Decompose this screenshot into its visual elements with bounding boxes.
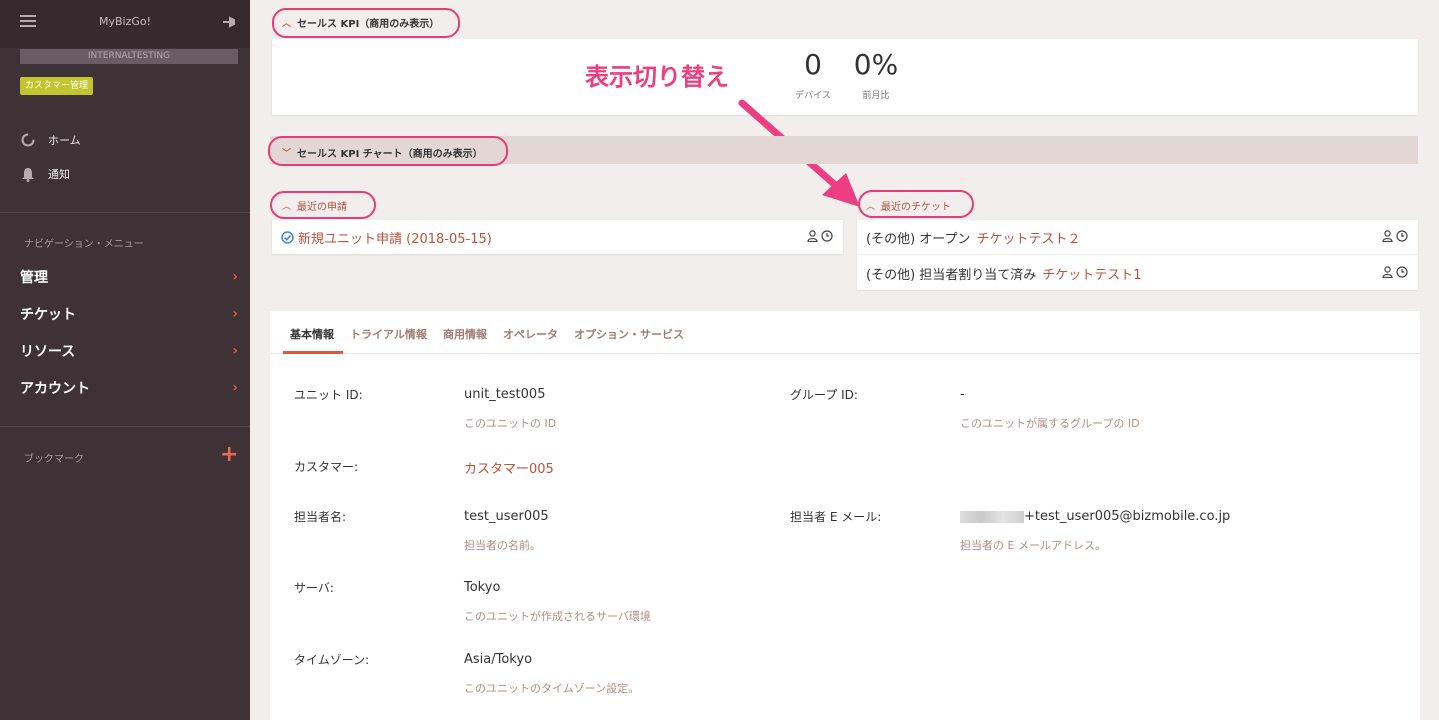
- row-actions: [1381, 266, 1408, 278]
- ticket-link[interactable]: チケットテスト1: [1042, 264, 1141, 283]
- add-bookmark-plus-icon[interactable]: +: [220, 444, 238, 466]
- nav-item-label: 管理: [20, 270, 48, 286]
- redacted-email-prefix: [960, 510, 1024, 523]
- sidebar-item-home[interactable]: ホーム: [20, 130, 81, 150]
- nav-item-label: アカウント: [20, 381, 90, 397]
- annotation-callout: 表示切り替え: [585, 63, 729, 91]
- nav-section-title: ナビゲーション・メニュー: [24, 239, 144, 250]
- nav-item-label: チケット: [20, 307, 76, 323]
- group-id-value: -: [960, 387, 965, 402]
- ticket-status: (その他) 担当者割り当て済み: [866, 268, 1037, 283]
- tab-option-services[interactable]: オプション・サービス: [574, 326, 684, 342]
- list-item[interactable]: (その他) オープン チケットテスト２: [866, 228, 1081, 247]
- owner-email-value: +test_user005@bizmobile.co.jp: [1024, 509, 1231, 524]
- server-label: サーバ:: [294, 581, 334, 595]
- chevron-right-icon: ›: [232, 269, 238, 285]
- divider: [0, 212, 250, 213]
- nav-item-management[interactable]: 管理 ›: [20, 266, 238, 288]
- group-id-help: このユニットが属するグループの ID: [960, 417, 1140, 430]
- customer-label: カスタマー:: [294, 460, 359, 474]
- mom-value: 0%: [853, 48, 899, 81]
- chevron-right-icon: ›: [232, 306, 238, 322]
- row-actions: [1381, 230, 1408, 242]
- bell-icon: [20, 166, 36, 182]
- role-badge: カスタマー管理: [20, 77, 94, 95]
- tab-commercial-info[interactable]: 商用情報: [443, 326, 487, 342]
- sidebar-header: MyBizGo!: [0, 0, 250, 48]
- highlight-oval: [268, 136, 508, 166]
- divider: [857, 254, 1418, 255]
- tab-divider: [270, 353, 1420, 354]
- list-item[interactable]: 新規ユニット申請 (2018-05-15): [281, 228, 492, 247]
- highlight-oval: [270, 191, 376, 219]
- pin-icon[interactable]: [221, 14, 237, 30]
- chevron-right-icon: ›: [232, 343, 238, 359]
- clock-icon[interactable]: [1396, 230, 1408, 242]
- nav-item-label: リソース: [20, 344, 76, 360]
- sidebar: MyBizGo! INTERNALTESTING カスタマー管理 ホーム 通知 …: [0, 0, 250, 720]
- sidebar-item-label: 通知: [48, 168, 70, 181]
- owner-email-label: 担当者 E メール:: [790, 510, 882, 524]
- unit-id-label: ユニット ID:: [294, 388, 363, 402]
- timezone-help: このユニットのタイムゾーン設定。: [464, 682, 640, 695]
- group-id-label: グループ ID:: [790, 388, 858, 402]
- bookmark-section-title: ブックマーク: [24, 454, 84, 465]
- clock-icon[interactable]: [1396, 266, 1408, 278]
- highlight-oval: [272, 8, 460, 38]
- tab-operator[interactable]: オペレータ: [503, 326, 558, 342]
- row-actions: [806, 230, 833, 242]
- check-circle-icon: [281, 231, 294, 244]
- nav-item-tickets[interactable]: チケット ›: [20, 303, 238, 325]
- user-icon[interactable]: [1381, 230, 1393, 242]
- owner-email-help: 担当者の E メールアドレス。: [960, 539, 1106, 552]
- server-help: このユニットが作成されるサーバ環境: [464, 610, 651, 623]
- devices-value: 0: [804, 48, 822, 81]
- nav-item-account[interactable]: アカウント ›: [20, 377, 238, 399]
- unit-id-value: unit_test005: [464, 387, 546, 402]
- customer-link[interactable]: カスタマー005: [464, 458, 554, 477]
- list-item[interactable]: (その他) 担当者割り当て済み チケットテスト1: [866, 264, 1142, 283]
- tenant-name: INTERNALTESTING: [20, 49, 238, 64]
- server-value: Tokyo: [464, 580, 501, 595]
- ticket-link[interactable]: チケットテスト２: [977, 228, 1081, 247]
- tab-basic-info[interactable]: 基本情報: [290, 326, 334, 342]
- sidebar-item-label: ホーム: [48, 134, 81, 147]
- owner-name-label: 担当者名:: [294, 510, 347, 524]
- request-link[interactable]: 新規ユニット申請 (2018-05-15): [298, 228, 492, 247]
- user-icon[interactable]: [806, 230, 818, 242]
- app-title: MyBizGo!: [98, 15, 152, 28]
- owner-name-value: test_user005: [464, 509, 549, 524]
- nav-item-resources[interactable]: リソース ›: [20, 340, 238, 362]
- tab-trial-info[interactable]: トライアル情報: [350, 326, 427, 342]
- timezone-value: Asia/Tokyo: [464, 652, 533, 667]
- highlight-oval: [858, 190, 974, 218]
- divider: [0, 426, 250, 427]
- owner-email-row: +test_user005@bizmobile.co.jp: [960, 509, 1230, 524]
- clock-icon[interactable]: [821, 230, 833, 242]
- owner-name-help: 担当者の名前。: [464, 539, 541, 552]
- user-icon[interactable]: [1381, 266, 1393, 278]
- home-circle-icon: [20, 132, 36, 148]
- ticket-status: (その他) オープン: [866, 232, 971, 247]
- unit-id-help: このユニットの ID: [464, 417, 557, 430]
- timezone-label: タイムゾーン:: [294, 653, 370, 667]
- chevron-right-icon: ›: [232, 380, 238, 396]
- sidebar-item-notifications[interactable]: 通知: [20, 164, 70, 184]
- active-tab-indicator: [283, 351, 343, 354]
